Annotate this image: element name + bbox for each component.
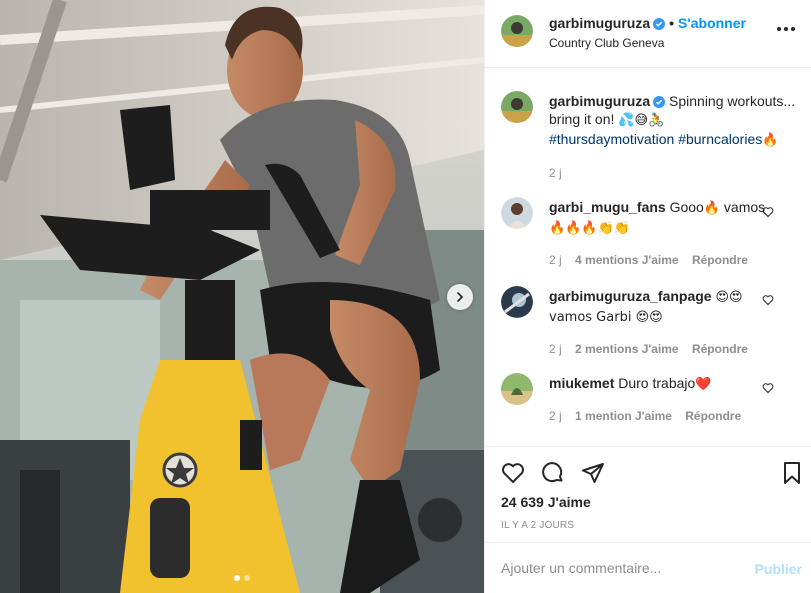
like-heart-icon[interactable] xyxy=(501,461,525,485)
like-count[interactable]: 24 639 J'aime xyxy=(501,494,591,510)
hashtag-link[interactable]: #thursdaymotivation xyxy=(549,131,674,147)
location-link[interactable]: Country Club Geneva xyxy=(549,36,664,50)
comment-age[interactable]: 2 j xyxy=(549,253,562,267)
avatar[interactable] xyxy=(501,373,533,405)
save-bookmark-icon[interactable] xyxy=(780,461,804,485)
next-photo-button[interactable] xyxy=(447,284,473,310)
carousel-dot-active xyxy=(234,575,240,581)
comment-age[interactable]: 2 j xyxy=(549,342,562,356)
comment-username[interactable]: garbimuguruza_fanpage xyxy=(549,288,712,304)
avatar[interactable] xyxy=(501,286,533,318)
comment-text: Gooo xyxy=(669,199,704,215)
avatar[interactable] xyxy=(501,15,533,47)
carousel-dot xyxy=(244,575,250,581)
comment-input[interactable] xyxy=(501,557,741,579)
avatar[interactable] xyxy=(501,197,533,229)
comment-emoji: 😍😍 xyxy=(715,290,743,305)
comment-emoji: ❤️ xyxy=(695,377,712,392)
comment-likes[interactable]: 4 mentions J'aime xyxy=(575,253,679,267)
chevron-right-icon xyxy=(457,292,464,302)
verified-badge-icon xyxy=(653,96,666,108)
header-username[interactable]: garbimuguruza xyxy=(549,15,650,31)
comment-text: Duro trabajo xyxy=(618,375,696,391)
like-comment-heart-icon[interactable] xyxy=(762,294,774,306)
like-comment-heart-icon[interactable] xyxy=(762,206,774,218)
publish-button[interactable]: Publier xyxy=(755,561,802,577)
post-timestamp[interactable]: IL Y A 2 JOURS xyxy=(501,520,574,531)
avatar[interactable] xyxy=(501,91,533,123)
verified-badge-icon xyxy=(653,18,666,30)
caption-username[interactable]: garbimuguruza xyxy=(549,93,650,109)
caption-age[interactable]: 2 j xyxy=(549,164,799,182)
more-options-icon[interactable] xyxy=(774,22,798,36)
like-comment-heart-icon[interactable] xyxy=(762,382,774,394)
comment-username[interactable]: garbi_mugu_fans xyxy=(549,199,666,215)
fire-emoji: 🔥 xyxy=(762,133,779,148)
comment-username[interactable]: miukemet xyxy=(549,375,614,391)
post-actions: 24 639 J'aime IL Y A 2 JOURS xyxy=(485,446,811,542)
reply-button[interactable]: Répondre xyxy=(692,253,748,267)
carousel-indicator xyxy=(0,575,484,581)
reply-button[interactable]: Répondre xyxy=(692,342,748,356)
follow-button[interactable]: S'abonner xyxy=(678,15,746,31)
post-photo[interactable] xyxy=(0,0,484,593)
comment-likes[interactable]: 2 mentions J'aime xyxy=(575,342,679,356)
share-paper-plane-icon[interactable] xyxy=(581,461,605,485)
comment-text-line2: 🔥🔥🔥👏👏 xyxy=(549,221,630,236)
instagram-post: garbimuguruza • S'abonner Country Club Gen… xyxy=(0,0,811,593)
hashtag-link[interactable]: #burncalories xyxy=(678,131,762,147)
comment-text-line2: vamos Garbi 😍😍 xyxy=(549,310,663,325)
dot-separator: • xyxy=(669,15,675,31)
post-header: garbimuguruza • S'abonner Country Club Gen… xyxy=(485,0,811,68)
comment-bubble-icon[interactable] xyxy=(541,461,565,485)
spin-bike-photo xyxy=(0,0,484,593)
comment-text-after: vamos xyxy=(720,199,766,215)
reply-button[interactable]: Répondre xyxy=(685,409,741,423)
post-side-panel: garbimuguruza • S'abonner Country Club Gen… xyxy=(484,0,811,593)
comment-likes[interactable]: 1 mention J'aime xyxy=(575,409,672,423)
caption-emojis: 💦😅🚴 xyxy=(618,113,665,128)
add-comment-bar: Publier xyxy=(485,542,811,593)
comment-age[interactable]: 2 j xyxy=(549,409,562,423)
comment-emoji: 🔥 xyxy=(703,201,721,216)
